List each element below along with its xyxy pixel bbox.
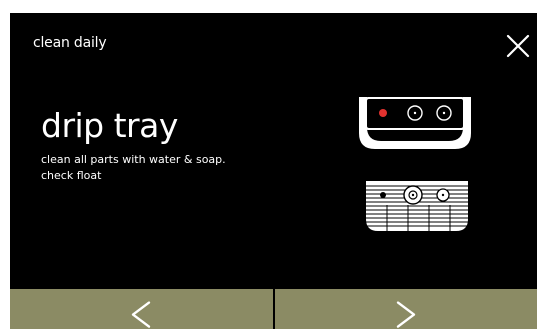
drip-tray-grate	[366, 181, 468, 231]
float-indicator	[379, 109, 387, 117]
device-screen: clean daily drip tray clean all parts wi…	[10, 13, 537, 329]
close-button[interactable]	[503, 31, 533, 61]
step-heading: drip tray	[41, 106, 178, 145]
next-button[interactable]	[274, 289, 537, 329]
chevron-left-icon	[132, 301, 151, 328]
instruction-line: clean all parts with water & soap.	[41, 153, 226, 166]
chevron-right-icon	[396, 301, 415, 328]
drip-tray-body	[359, 97, 471, 149]
instruction-line: check float	[41, 169, 102, 182]
screen-title: clean daily	[33, 35, 107, 51]
previous-button[interactable]	[10, 289, 273, 329]
drip-tray-illustration	[353, 97, 477, 247]
navigation-bar	[10, 289, 537, 329]
close-icon	[506, 34, 530, 58]
